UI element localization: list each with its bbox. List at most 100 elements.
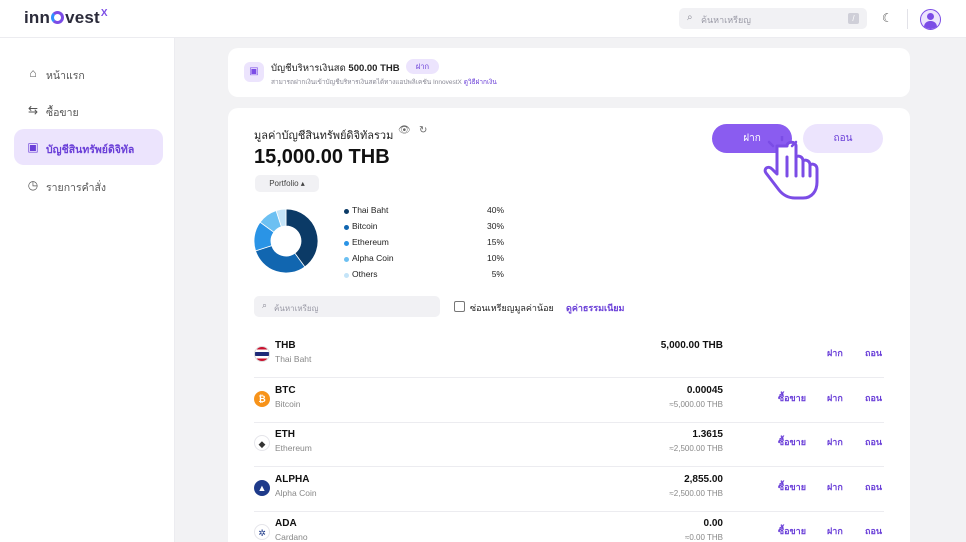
thai-flag-icon bbox=[254, 346, 270, 362]
swap-icon: ⇆ bbox=[27, 103, 39, 117]
cash-account-subtitle-text: สามารถฝากเงินเข้าบัญชีบริหารเงินสดได้ทาง… bbox=[271, 79, 462, 86]
legend-label: Thai Baht bbox=[352, 205, 389, 215]
hide-small-label: ซ่อนเหรียญมูลค่าน้อย bbox=[470, 303, 554, 313]
asset-row-ada: ✲ ADA Cardano 0.00 ≈0.00 THB ซื้อขาย ฝาก ถอน bbox=[254, 512, 884, 542]
sidebar-item-home[interactable]: ⌂ หน้าแรก bbox=[14, 55, 163, 91]
header-search-placeholder: ค้นหาเหรียญ bbox=[701, 15, 751, 25]
legend-swatch bbox=[344, 225, 349, 230]
asset-search-placeholder: ค้นหาเหรียญ bbox=[274, 304, 319, 313]
fees-link[interactable]: ดูค่าธรรมเนียม bbox=[566, 301, 624, 315]
portfolio-card: มูลค่าบัญชีสินทรัพย์ดิจิทัลรวม 👁 ↻ 15,00… bbox=[228, 108, 910, 542]
logo-super: X bbox=[100, 8, 108, 20]
search-shortcut-key: / bbox=[848, 13, 859, 24]
logo-mark-icon bbox=[51, 11, 65, 24]
legend-label: Ethereum bbox=[352, 237, 389, 247]
legend-item: Ethereum 15% bbox=[344, 236, 504, 252]
donut-slice-bitcoin bbox=[255, 245, 306, 274]
cash-account-subtitle: สามารถฝากเงินเข้าบัญชีบริหารเงินสดได้ทาง… bbox=[271, 77, 497, 87]
refresh-icon[interactable]: ↻ bbox=[419, 125, 427, 136]
home-icon: ⌂ bbox=[29, 66, 37, 80]
asset-name: Cardano bbox=[275, 532, 308, 542]
moon-icon[interactable]: ☾ bbox=[882, 11, 893, 25]
sidebar: ⌂ หน้าแรก ⇆ ซื้อขาย ▣ บัญชีสินทรัพย์ดิจิ… bbox=[0, 38, 175, 542]
header-search-input[interactable]: ⌕ ค้นหาเหรียญ / bbox=[679, 8, 867, 29]
search-icon: ⌕ bbox=[687, 12, 693, 23]
logo[interactable]: inn vestX bbox=[24, 8, 108, 28]
trade-button[interactable]: ซื้อขาย bbox=[778, 435, 806, 449]
legend-swatch bbox=[344, 241, 349, 246]
asset-amount: 0.00 bbox=[703, 518, 723, 529]
avatar[interactable] bbox=[920, 9, 941, 30]
clock-icon: ◷ bbox=[27, 178, 39, 192]
asset-thb-value: ≈2,500.00 THB bbox=[669, 489, 723, 498]
asset-deposit-button[interactable]: ฝาก bbox=[827, 391, 843, 405]
asset-row-alpha: ▲ ALPHA Alpha Coin 2,855.00 ≈2,500.00 THB ซื้… bbox=[254, 468, 884, 512]
asset-symbol: THB bbox=[275, 340, 296, 351]
legend-label: Others bbox=[352, 269, 378, 279]
asset-withdraw-button[interactable]: ถอน bbox=[865, 480, 882, 494]
legend-swatch bbox=[344, 209, 349, 214]
legend-item: Alpha Coin 10% bbox=[344, 252, 504, 268]
pointing-hand-icon bbox=[763, 136, 819, 200]
asset-thb-value: ≈5,000.00 THB bbox=[669, 400, 723, 409]
asset-name: Ethereum bbox=[275, 443, 312, 453]
allocation-legend: Thai Baht 40% Bitcoin 30% Ethereum 15% Alpha C… bbox=[344, 204, 504, 284]
wallet-icon: ▣ bbox=[244, 62, 264, 82]
trade-button[interactable]: ซื้อขาย bbox=[778, 524, 806, 538]
header-divider bbox=[907, 9, 908, 29]
asset-name: Alpha Coin bbox=[275, 488, 317, 498]
asset-withdraw-button[interactable]: ถอน bbox=[865, 435, 882, 449]
asset-withdraw-button[interactable]: ถอน bbox=[865, 391, 882, 405]
sidebar-item-orders[interactable]: ◷ รายการคำสั่ง bbox=[14, 167, 163, 203]
portfolio-label: มูลค่าบัญชีสินทรัพย์ดิจิทัลรวม bbox=[254, 130, 394, 142]
asset-deposit-button[interactable]: ฝาก bbox=[827, 346, 843, 360]
cash-account-title: บัญชีบริหารเงินสด 500.00 THB bbox=[271, 61, 400, 76]
allocation-donut-chart bbox=[253, 208, 319, 274]
asset-deposit-button[interactable]: ฝาก bbox=[827, 524, 843, 538]
cash-account-card: ▣ บัญชีบริหารเงินสด 500.00 THB ฝาก สามาร… bbox=[228, 48, 910, 97]
asset-row-btc: ₿ BTC Bitcoin 0.00045 ≈5,000.00 THB ซื้อขาย ฝา… bbox=[254, 379, 884, 423]
legend-percent: 15% bbox=[486, 237, 504, 247]
sidebar-item-trade[interactable]: ⇆ ซื้อขาย bbox=[14, 92, 163, 128]
cardano-icon: ✲ bbox=[254, 524, 270, 540]
asset-search-input[interactable]: ⌕ ค้นหาเหรียญ bbox=[254, 296, 440, 317]
sidebar-item-label: บัญชีสินทรัพย์ดิจิทัล bbox=[46, 144, 135, 156]
asset-thb-value: ≈0.00 THB bbox=[684, 533, 723, 542]
trade-button[interactable]: ซื้อขาย bbox=[778, 480, 806, 494]
asset-name: Thai Baht bbox=[275, 354, 312, 364]
how-to-deposit-link[interactable]: ดูวิธีฝากเงิน bbox=[464, 79, 497, 86]
asset-amount: 5,000.00 THB bbox=[660, 340, 723, 351]
asset-deposit-button[interactable]: ฝาก bbox=[827, 435, 843, 449]
portfolio-view-dropdown[interactable]: Portfolio ▴ bbox=[255, 175, 319, 192]
legend-swatch bbox=[344, 257, 349, 262]
wallet-icon: ▣ bbox=[27, 140, 39, 154]
asset-amount: 0.00045 bbox=[686, 385, 723, 396]
legend-percent: 10% bbox=[486, 253, 504, 263]
eye-icon[interactable]: 👁 bbox=[398, 125, 411, 136]
asset-symbol: ADA bbox=[275, 518, 297, 529]
hide-small-checkbox[interactable] bbox=[454, 301, 465, 312]
asset-withdraw-button[interactable]: ถอน bbox=[865, 524, 882, 538]
portfolio-value: 15,000.00 THB bbox=[254, 146, 390, 168]
asset-thb-value: ≈2,500.00 THB bbox=[669, 444, 723, 453]
top-bar: inn vestX ⌕ ค้นหาเหรียญ / ☾ bbox=[0, 0, 966, 38]
trade-button[interactable]: ซื้อขาย bbox=[778, 391, 806, 405]
legend-label: Bitcoin bbox=[352, 221, 378, 231]
ethereum-icon: ◆ bbox=[254, 435, 270, 451]
asset-symbol: BTC bbox=[275, 385, 296, 396]
legend-swatch bbox=[344, 273, 349, 278]
asset-symbol: ALPHA bbox=[275, 474, 310, 485]
sidebar-item-digital-assets[interactable]: ▣ บัญชีสินทรัพย์ดิจิทัล bbox=[14, 129, 163, 165]
legend-item: Thai Baht 40% bbox=[344, 204, 504, 220]
sidebar-item-label: ซื้อขาย bbox=[46, 107, 79, 119]
cash-deposit-button[interactable]: ฝาก bbox=[406, 59, 439, 74]
cash-account-label: บัญชีบริหารเงินสด bbox=[271, 63, 346, 74]
legend-item: Others 5% bbox=[344, 268, 504, 284]
search-icon: ⌕ bbox=[262, 300, 268, 310]
cash-account-amount: 500.00 THB bbox=[348, 63, 400, 74]
asset-amount: 1.3615 bbox=[692, 429, 723, 440]
alpha-icon: ▲ bbox=[254, 480, 270, 496]
asset-withdraw-button[interactable]: ถอน bbox=[865, 346, 882, 360]
asset-deposit-button[interactable]: ฝาก bbox=[827, 480, 843, 494]
legend-percent: 40% bbox=[486, 205, 504, 215]
